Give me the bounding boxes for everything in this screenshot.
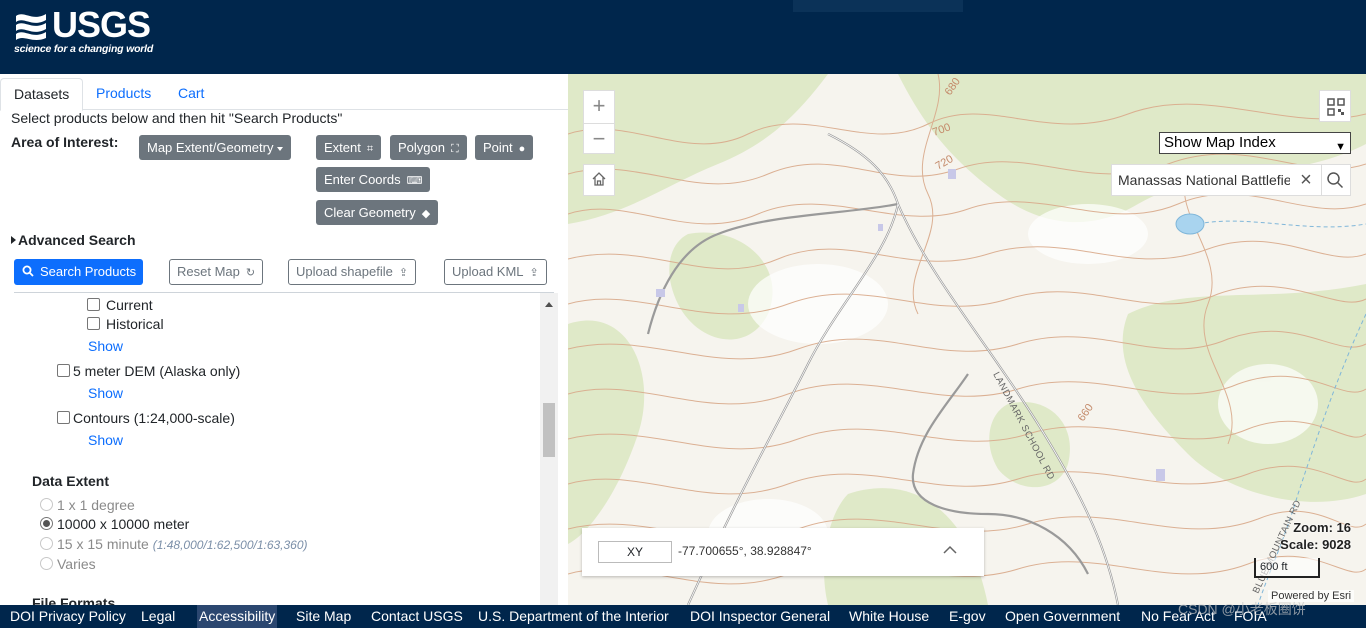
site-header: USGS science for a changing world — [0, 0, 1366, 74]
logo-text: USGS — [52, 4, 151, 45]
clear-geometry-button[interactable]: Clear Geometry ◆ — [316, 200, 439, 225]
extent-option-10000m[interactable]: 10000 x 10000 meter — [40, 516, 189, 532]
search-icon — [22, 265, 34, 277]
point-button[interactable]: Point ● — [475, 135, 534, 160]
zoom-control: + − — [583, 90, 615, 154]
tab-products[interactable]: Products — [83, 78, 164, 110]
scroll-thumb[interactable] — [543, 403, 555, 457]
watermark: CSDN @小老板圈饼 — [1178, 601, 1306, 617]
tab-datasets[interactable]: Datasets — [0, 78, 84, 111]
radio-button[interactable] — [40, 557, 53, 570]
current-option[interactable]: Current — [87, 297, 153, 313]
advanced-search-toggle[interactable]: Advanced Search — [11, 232, 136, 248]
data-extent-title: Data Extent — [32, 473, 110, 489]
home-icon — [592, 172, 606, 186]
current-checkbox[interactable] — [87, 298, 100, 311]
tab-cart[interactable]: Cart — [165, 78, 217, 110]
close-icon[interactable]: × — [1295, 169, 1317, 191]
extent-option-15min[interactable]: 15 x 15 minute (1:48,000/1:62,500/1:63,3… — [40, 536, 308, 552]
scale-bar: 600 ft — [1254, 558, 1320, 578]
scale-value: Scale: 9028 — [1280, 537, 1351, 552]
show-link[interactable]: Show — [88, 432, 123, 448]
map-pin-icon: ● — [518, 143, 526, 155]
coordinate-widget: XY -77.700655°, 38.928847° — [582, 528, 984, 576]
header-ghost-bar — [793, 0, 963, 12]
polygon-icon: ⛶ — [450, 143, 459, 155]
footer-link-white-house[interactable]: White House — [849, 605, 929, 628]
show-link[interactable]: Show — [88, 385, 123, 401]
chevron-up-icon[interactable] — [942, 542, 958, 558]
left-panel: Datasets Products Cart Select products b… — [0, 74, 568, 605]
map-extent-dropdown[interactable]: Map Extent/Geometry — [139, 135, 292, 160]
divider — [1321, 165, 1322, 195]
upload-icon: ⇪ — [398, 267, 409, 279]
reset-map-button[interactable]: Reset Map ↻ — [169, 259, 264, 285]
qr-code-button[interactable] — [1319, 90, 1351, 122]
qr-code-icon — [1327, 98, 1345, 116]
polygon-button[interactable]: Polygon ⛶ — [390, 135, 467, 160]
svg-text:660: 660 — [1076, 402, 1096, 424]
radio-button[interactable] — [40, 498, 53, 511]
coordinate-readout: -77.700655°, 38.928847° — [678, 544, 812, 558]
keyboard-icon: ⌨ — [406, 175, 423, 187]
footer-link-contact[interactable]: Contact USGS — [371, 605, 463, 628]
search-icon[interactable] — [1326, 171, 1344, 189]
usgs-wave-icon — [16, 14, 46, 40]
search-products-button[interactable]: Search Products — [14, 259, 143, 285]
dem-checkbox[interactable] — [57, 364, 70, 377]
pond — [1175, 213, 1205, 235]
radio-button[interactable] — [40, 517, 53, 530]
dem-option[interactable]: 5 meter DEM (Alaska only) — [57, 363, 240, 379]
zoom-level: Zoom: 16 — [1293, 520, 1351, 535]
logo-tagline: science for a changing world — [14, 43, 154, 55]
footer-link-inspector-general[interactable]: DOI Inspector General — [690, 605, 830, 628]
footer-link-doi[interactable]: U.S. Department of the Interior — [478, 605, 669, 628]
map-search-box: × — [1111, 164, 1351, 196]
usgs-logo[interactable]: USGS science for a changing world — [14, 4, 154, 56]
contours-option[interactable]: Contours (1:24,000-scale) — [57, 410, 235, 426]
footer-link-site-map[interactable]: Site Map — [296, 605, 351, 628]
area-of-interest-label: Area of Interest: — [11, 134, 119, 150]
map-search-input[interactable] — [1112, 165, 1290, 195]
radio-button[interactable] — [40, 537, 53, 550]
site-footer: DOI Privacy Policy Legal Accessibility S… — [0, 605, 1366, 628]
footer-link-egov[interactable]: E-gov — [949, 605, 986, 628]
home-button[interactable] — [583, 164, 615, 196]
upload-kml-button[interactable]: Upload KML ⇪ — [444, 259, 547, 285]
refresh-icon: ↻ — [245, 267, 256, 279]
footer-link-open-government[interactable]: Open Government — [1005, 605, 1120, 628]
extent-icon: ⌗ — [366, 143, 374, 155]
footer-link-legal[interactable]: Legal — [141, 605, 175, 628]
zoom-in-button[interactable]: + — [584, 91, 614, 123]
eraser-icon: ◆ — [421, 208, 431, 220]
footer-link-privacy[interactable]: DOI Privacy Policy — [10, 605, 126, 628]
zoom-scale-readout: Zoom: 16 Scale: 9028 — [1258, 519, 1351, 553]
dataset-list: Current Historical Show 5 meter DEM (Ala… — [14, 293, 558, 605]
extent-button[interactable]: Extent ⌗ — [316, 135, 382, 160]
enter-coords-button[interactable]: Enter Coords ⌨ — [316, 167, 431, 192]
file-formats-title: File Formats — [32, 595, 116, 605]
upload-shapefile-button[interactable]: Upload shapefile ⇪ — [288, 259, 417, 285]
tab-bar: Datasets Products Cart — [0, 74, 568, 111]
extent-option-varies[interactable]: Varies — [40, 556, 96, 572]
caret-down-icon — [277, 146, 284, 151]
scale-note: (1:48,000/1:62,500/1:63,360) — [152, 538, 308, 552]
footer-link-accessibility[interactable]: Accessibility — [197, 605, 278, 628]
scroll-up-icon[interactable] — [545, 302, 553, 307]
historical-checkbox[interactable] — [87, 317, 100, 330]
show-link[interactable]: Show — [88, 338, 123, 354]
coordinate-mode-button[interactable]: XY — [598, 541, 672, 563]
historical-option[interactable]: Historical — [87, 316, 164, 332]
upload-icon: ⇪ — [529, 267, 539, 279]
contours-checkbox[interactable] — [57, 411, 70, 424]
chevron-down-icon: ▼ — [1335, 141, 1346, 153]
zoom-out-button[interactable]: − — [584, 123, 614, 155]
map-index-select[interactable]: Show Map Index ▼ — [1159, 132, 1351, 154]
map-view[interactable]: 680 700 720 660 LANDMARK SCHOOL RD BLUE … — [568, 74, 1366, 605]
dataset-scrollbar[interactable] — [540, 293, 558, 605]
caret-right-icon — [11, 236, 16, 244]
extent-option-1x1[interactable]: 1 x 1 degree — [40, 497, 135, 513]
instruction-text: Select products below and then hit "Sear… — [11, 110, 343, 126]
